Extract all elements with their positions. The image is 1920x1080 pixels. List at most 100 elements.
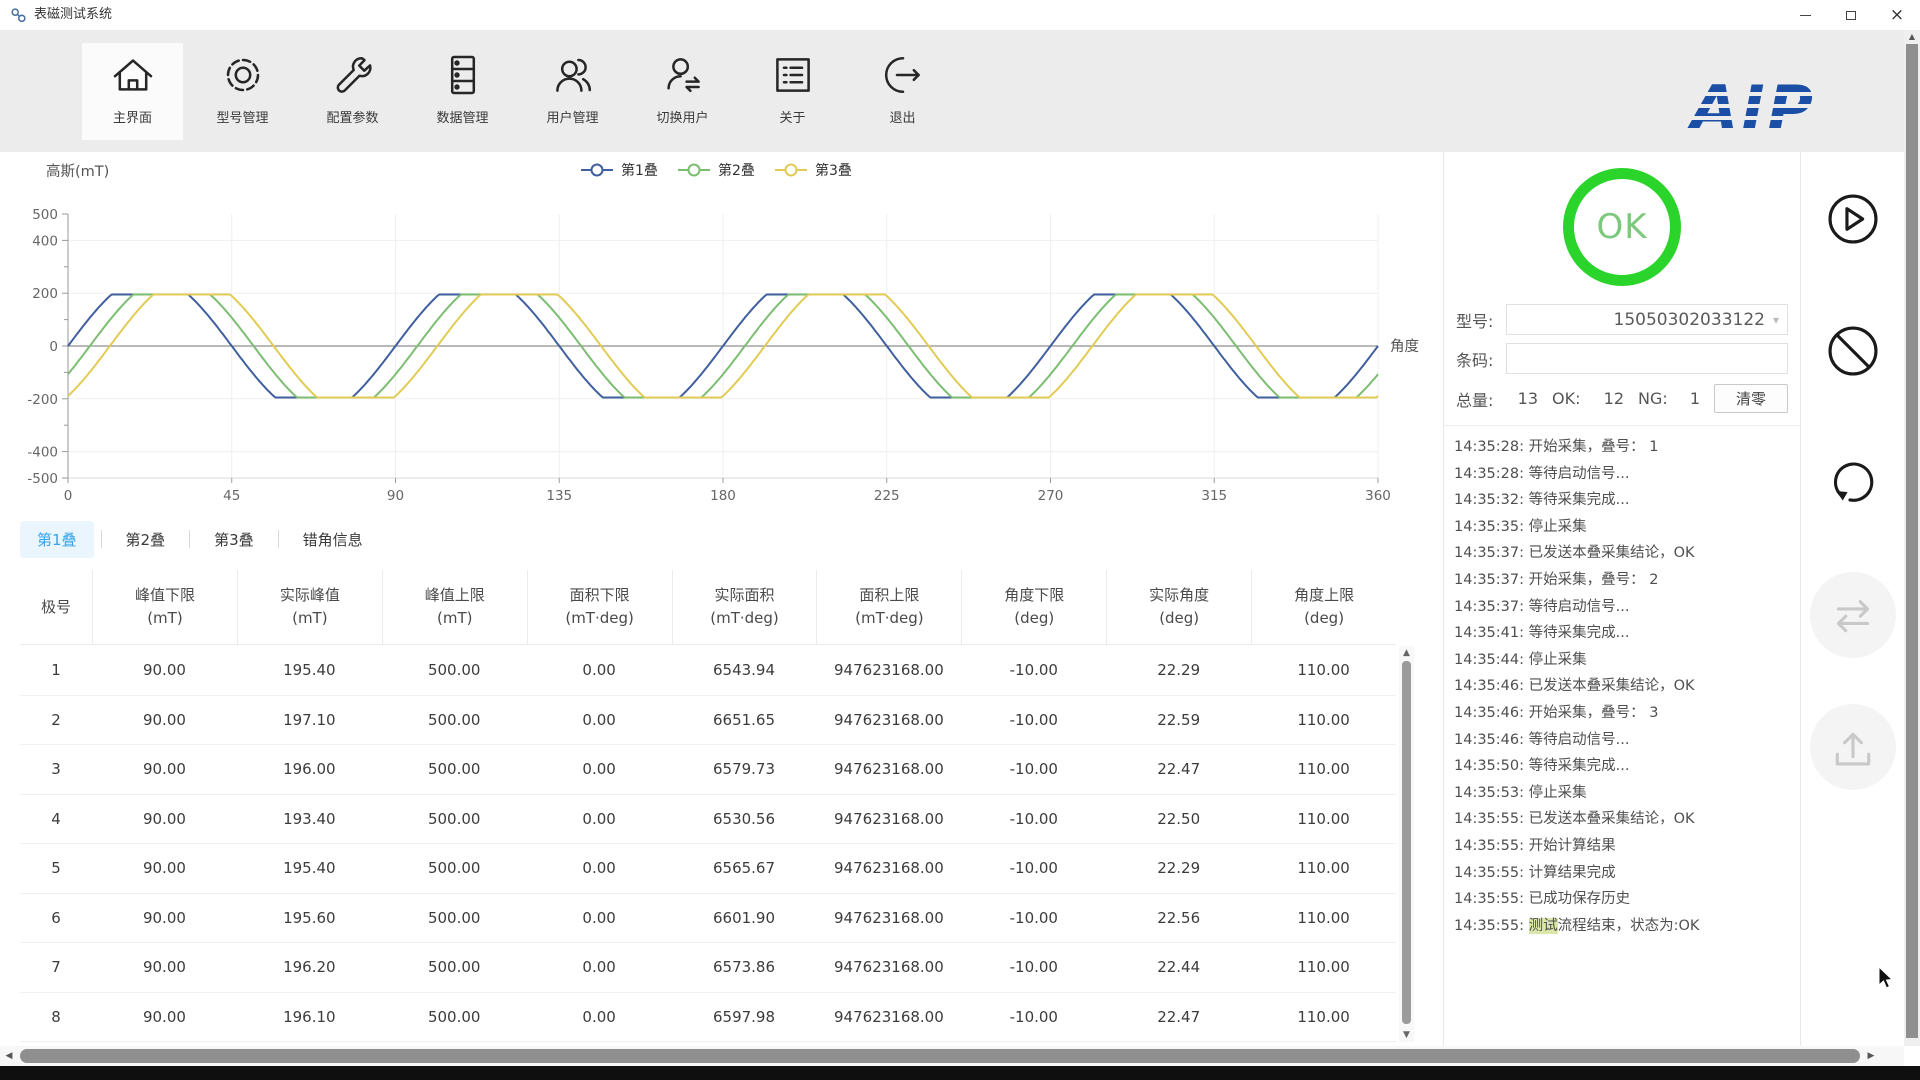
log-entry: 14:35:37: 已发送本叠采集结论，OK — [1454, 545, 1695, 562]
barcode-input[interactable] — [1506, 343, 1788, 374]
tab-错角信息[interactable]: 错角信息 — [286, 521, 380, 558]
scroll-right-icon[interactable]: ▶ — [1862, 1046, 1880, 1066]
window-scrollbar[interactable]: ▲ — [1904, 30, 1920, 1046]
table-row[interactable]: 5 90.00 195.40 500.00 0.00 6565.67 947623168.0… — [20, 844, 1396, 894]
table-cell: 947623168.00 — [834, 710, 944, 729]
table-cell: -10.00 — [1009, 859, 1058, 878]
home-icon — [113, 59, 152, 91]
table-cell: 90.00 — [142, 908, 186, 927]
table-cell: 500.00 — [427, 908, 481, 927]
log-entry: 14:35:32: 等待采集完成... — [1454, 492, 1630, 509]
table-row[interactable]: 6 90.00 195.60 500.00 0.00 6601.90 947623168.0… — [20, 894, 1396, 943]
toolbar-item-用户管理[interactable]: 用户管理 — [522, 43, 623, 140]
start-button[interactable] — [1810, 176, 1896, 262]
main-toolbar: 主界面 型号管理 配置参数 数据管理 用户管理 切换用户 关于 退出 AIP — [0, 30, 1920, 152]
svg-text:270: 270 — [1038, 488, 1064, 504]
table-cell: 4 — [51, 809, 61, 828]
table-cell: 0.00 — [582, 859, 616, 878]
table-cell: 110.00 — [1297, 710, 1350, 729]
log-entry: 14:35:53: 停止采集 — [1454, 784, 1587, 801]
table-cell: -10.00 — [1009, 661, 1058, 680]
legend-item-第2叠[interactable]: 第2叠 — [678, 162, 755, 179]
total-count: 13 — [1517, 389, 1538, 408]
retry-button[interactable] — [1810, 440, 1896, 526]
table-cell: 110.00 — [1297, 958, 1350, 977]
table-cell: 500.00 — [427, 760, 481, 779]
column-header: 峰值上限 (mT) — [381, 570, 527, 644]
table-cell: 1 — [51, 661, 61, 680]
close-button[interactable]: × — [1874, 0, 1920, 30]
table-cell: 500.00 — [427, 710, 481, 729]
logo-stripe — [1682, 128, 1824, 132]
log-entry: 14:35:55: 计算结果完成 — [1454, 864, 1616, 881]
rotate-icon — [1833, 462, 1874, 502]
table-scrollbar-thumb[interactable] — [1402, 661, 1411, 1024]
table-cell: 22.47 — [1157, 760, 1201, 779]
table-row[interactable]: 8 90.00 196.10 500.00 0.00 6597.98 947623168.0… — [20, 993, 1396, 1042]
table-cell: 947623168.00 — [834, 760, 944, 779]
toolbar-item-型号管理[interactable]: 型号管理 — [192, 43, 293, 140]
table-cell: 197.10 — [283, 710, 336, 729]
toolbar-item-label: 关于 — [779, 111, 806, 126]
table-cell: 2 — [51, 710, 61, 729]
play-circle-icon — [1828, 194, 1878, 244]
ng-count: 1 — [1689, 389, 1700, 408]
table-row[interactable]: 2 90.00 197.10 500.00 0.00 6651.65 947623168.0… — [20, 696, 1396, 745]
window-title: 表磁测试系统 — [34, 7, 113, 22]
legend-item-第3叠[interactable]: 第3叠 — [775, 162, 852, 179]
horizontal-scrollbar[interactable]: ◀ ▶ — [0, 1046, 1904, 1066]
clear-counts-button[interactable]: 清零 — [1714, 384, 1788, 413]
table-cell: 110.00 — [1297, 809, 1350, 828]
maximize-button[interactable] — [1828, 0, 1874, 30]
stack-tabs: 第1叠 第2叠 第3叠 错角信息 — [20, 517, 380, 561]
result-text: OK — [1596, 207, 1648, 247]
scroll-up-icon[interactable]: ▲ — [1904, 32, 1920, 41]
swap-arrows-icon — [1836, 600, 1870, 633]
scroll-up-icon[interactable]: ▲ — [1399, 646, 1414, 660]
barcode-label: 条码: — [1456, 350, 1494, 370]
minimize-button[interactable] — [1782, 0, 1828, 30]
window-scrollbar-thumb[interactable] — [1906, 44, 1918, 1038]
model-select[interactable]: 15050302033122 ▾ — [1506, 304, 1788, 335]
scroll-left-icon[interactable]: ◀ — [0, 1046, 18, 1066]
toolbar-item-label: 数据管理 — [436, 111, 489, 126]
toolbar-item-主界面[interactable]: 主界面 — [82, 43, 183, 140]
log-entry: 14:35:28: 等待启动信号... — [1454, 465, 1630, 482]
toolbar-item-关于[interactable]: 关于 — [742, 43, 843, 140]
toolbar-item-切换用户[interactable]: 切换用户 — [632, 43, 733, 140]
svg-text:135: 135 — [546, 488, 572, 504]
table-cell: 500.00 — [427, 859, 481, 878]
table-row[interactable]: 3 90.00 196.00 500.00 0.00 6579.73 947623168.0… — [20, 745, 1396, 795]
action-column — [1802, 152, 1904, 1046]
table-cell: 195.40 — [283, 661, 336, 680]
table-row[interactable]: 1 90.00 195.40 500.00 0.00 6543.94 947623168.0… — [20, 646, 1396, 696]
taskbar-edge — [0, 1066, 1920, 1080]
table-cell: 947623168.00 — [834, 908, 944, 927]
toolbar-item-退出[interactable]: 退出 — [852, 43, 953, 140]
column-header: 角度上限 (deg) — [1251, 570, 1396, 644]
app-link-icon — [11, 8, 26, 23]
scroll-down-icon[interactable]: ▼ — [1399, 1028, 1414, 1042]
table-cell: 22.50 — [1157, 809, 1201, 828]
about-icon — [775, 58, 810, 92]
tab-第2叠[interactable]: 第2叠 — [109, 521, 183, 558]
table-cell: 196.10 — [283, 1007, 336, 1026]
tab-第3叠[interactable]: 第3叠 — [197, 521, 271, 558]
table-cell: 22.59 — [1157, 710, 1201, 729]
table-cell: 22.29 — [1157, 661, 1201, 680]
table-cell: 6597.98 — [712, 1007, 776, 1026]
result-indicator: OK — [1563, 168, 1681, 286]
tab-第1叠[interactable]: 第1叠 — [20, 520, 94, 558]
barcode-row: 条码: — [1456, 343, 1788, 374]
table-row[interactable]: 4 90.00 193.40 500.00 0.00 6530.56 947623168.0… — [20, 795, 1396, 844]
toolbar-item-数据管理[interactable]: 数据管理 — [412, 43, 513, 140]
stop-button[interactable] — [1810, 308, 1896, 394]
table-cell: 90.00 — [142, 1007, 186, 1026]
horizontal-scrollbar-thumb[interactable] — [20, 1049, 1860, 1063]
table-row[interactable]: 7 90.00 196.20 500.00 0.00 6573.86 947623168.0… — [20, 943, 1396, 993]
waveform-chart: 高斯(mT) 500 400 200 0 -200 -400 -500 0 45 90 135 180 2… — [27, 162, 1419, 504]
legend-item-第1叠[interactable]: 第1叠 — [581, 162, 658, 179]
table-scrollbar[interactable]: ▲ ▼ — [1399, 646, 1414, 1042]
svg-text:45: 45 — [223, 488, 240, 504]
toolbar-item-配置参数[interactable]: 配置参数 — [302, 43, 403, 140]
